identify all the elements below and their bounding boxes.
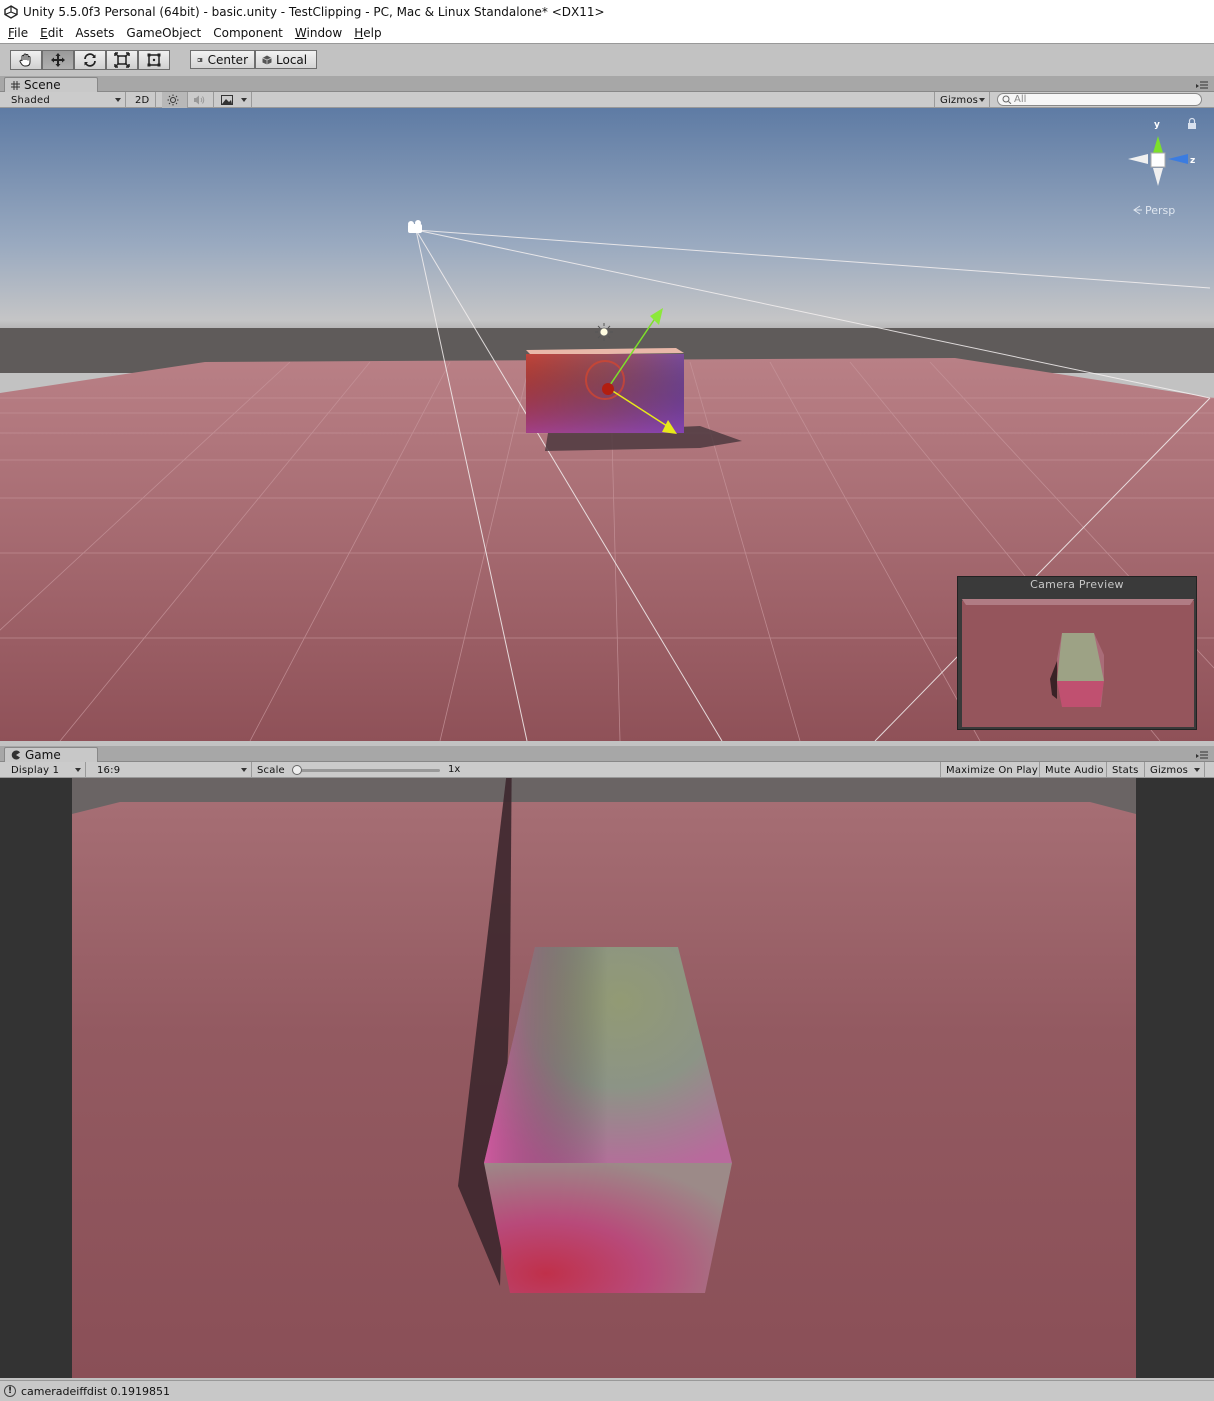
window-title: Unity 5.5.0f3 Personal (64bit) - basic.u… [23, 4, 605, 19]
info-icon: ! [4, 1385, 16, 1397]
projection-label[interactable]: Persp [1145, 204, 1175, 217]
scene-search-input[interactable]: All [997, 93, 1202, 106]
scale-icon [114, 52, 130, 68]
tab-game[interactable]: Game [4, 747, 98, 762]
menu-component[interactable]: Component [207, 26, 289, 40]
menu-assets[interactable]: Assets [69, 26, 120, 40]
menu-component-label: Component [213, 26, 283, 40]
scene-sky [0, 108, 1214, 358]
game-render [72, 778, 1136, 1378]
pivot-center-button[interactable]: Center [190, 50, 255, 69]
scale-value: 1x [448, 764, 461, 775]
menu-window-accel: W [294, 26, 307, 40]
menu-window[interactable]: Window [289, 26, 348, 40]
maximize-on-play-label: Maximize On Play [946, 764, 1038, 776]
scene-gizmos-dropdown[interactable]: Gizmos [934, 92, 990, 108]
rect-tool-button[interactable] [138, 50, 170, 70]
scene-control-bar: Shaded 2D Gizmos All [0, 92, 1214, 108]
scene-viewport[interactable]: y z Persp Camera Preview [0, 108, 1214, 741]
game-panel-menu-icon[interactable] [1196, 751, 1208, 759]
game-box[interactable] [484, 1163, 732, 1293]
rect-icon [147, 53, 161, 67]
aspect-label: 16:9 [97, 764, 121, 776]
rotate-icon [84, 53, 96, 67]
mute-audio-toggle[interactable]: Mute Audio [1040, 762, 1107, 778]
aspect-dropdown[interactable]: 16:9 [92, 762, 252, 778]
scene-audio-toggle[interactable] [188, 92, 214, 108]
tab-scene-label: Scene [24, 78, 61, 92]
menu-file-rest: ile [14, 26, 29, 40]
scale-label: Scale [257, 764, 285, 776]
pivot-space-button[interactable]: Local [255, 50, 317, 69]
stats-label: Stats [1112, 764, 1139, 776]
gizmo-y-label: y [1154, 120, 1160, 130]
scene-lighting-toggle[interactable] [162, 92, 188, 108]
menu-gameobject-label: GameObject [126, 26, 202, 40]
rotate-tool-button[interactable] [74, 50, 106, 70]
display-label: Display 1 [11, 764, 60, 776]
grid-icon [11, 80, 20, 90]
speaker-icon [194, 95, 205, 105]
menu-help-rest: elp [363, 26, 382, 40]
game-tab-strip: Game [0, 746, 1214, 762]
mode-2d-label: 2D [135, 94, 150, 106]
search-icon [1002, 95, 1012, 104]
move-tool-button[interactable] [42, 50, 74, 70]
menu-window-rest: indow [306, 26, 343, 40]
sun-icon [167, 94, 179, 106]
image-effects-icon [221, 95, 233, 105]
camera-preview-title: Camera Preview [1030, 578, 1124, 591]
mute-audio-label: Mute Audio [1045, 764, 1104, 776]
camera-preview-render [962, 599, 1194, 727]
window-title-bar: Unity 5.5.0f3 Personal (64bit) - basic.u… [0, 0, 1214, 23]
gizmo-center[interactable] [602, 383, 614, 395]
panel-menu-icon[interactable] [1196, 81, 1208, 89]
menu-file[interactable]: File [2, 26, 34, 40]
gizmo-center-cube[interactable] [1150, 152, 1166, 168]
scale-slider-track[interactable] [292, 765, 440, 775]
scale-slider-thumb[interactable] [292, 765, 302, 775]
pivot-center-icon [197, 57, 203, 62]
local-space-icon [262, 55, 272, 64]
menu-help-accel: H [354, 26, 364, 40]
menu-assets-label: Assets [75, 26, 115, 40]
hand-tool-button[interactable] [10, 50, 42, 70]
display-dropdown[interactable]: Display 1 [6, 762, 86, 778]
move-icon [51, 53, 65, 67]
menu-bar: File Edit Assets GameObject Component Wi… [0, 23, 1214, 43]
game-viewport[interactable] [0, 778, 1214, 1378]
scene-tab-strip: Scene [0, 76, 1214, 92]
menu-edit-rest: dit [47, 26, 64, 40]
scene-gizmos-label: Gizmos [940, 94, 979, 106]
camera-preview-window: Camera Preview [957, 576, 1197, 730]
game-gizmos-label: Gizmos [1150, 764, 1189, 776]
status-bar: ! cameradeiffdist 0.1919851 [0, 1380, 1214, 1401]
unity-logo-icon [4, 4, 18, 19]
tab-game-label: Game [25, 748, 61, 762]
scene-search-placeholder: All [1014, 94, 1027, 105]
scene-effects-dropdown[interactable] [216, 92, 252, 108]
game-control-bar: Display 1 16:9 Scale 1x Maximize On Play… [0, 762, 1214, 778]
maximize-on-play-toggle[interactable]: Maximize On Play [940, 762, 1040, 778]
pacman-icon [11, 750, 20, 760]
hand-icon [19, 53, 31, 67]
menu-help[interactable]: Help [348, 26, 387, 40]
draw-mode-label: Shaded [11, 94, 50, 106]
tab-scene[interactable]: Scene [4, 77, 98, 92]
status-message[interactable]: cameradeiffdist 0.1919851 [21, 1385, 170, 1398]
gizmo-z-label: z [1190, 156, 1195, 166]
menu-edit[interactable]: Edit [34, 26, 69, 40]
scale-tool-button[interactable] [106, 50, 138, 70]
game-gizmos-dropdown[interactable]: Gizmos [1145, 762, 1205, 778]
mode-2d-toggle[interactable]: 2D [130, 92, 156, 108]
menu-edit-accel: E [40, 26, 48, 40]
pivot-space-label: Local [276, 52, 308, 67]
main-toolbar: Center Local [0, 43, 1214, 76]
menu-gameobject[interactable]: GameObject [120, 26, 207, 40]
stats-toggle[interactable]: Stats [1107, 762, 1145, 778]
draw-mode-dropdown[interactable]: Shaded [6, 92, 126, 108]
pivot-center-label: Center [207, 52, 248, 67]
